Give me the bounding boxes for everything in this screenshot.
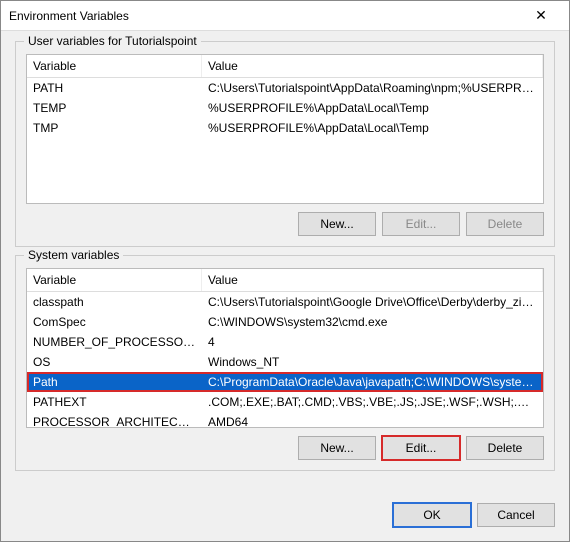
system-row-value: 4 — [202, 332, 543, 352]
close-button[interactable]: ✕ — [521, 2, 561, 30]
system-row[interactable]: PathC:\ProgramData\Oracle\Java\javapath;… — [27, 372, 543, 392]
system-row-value: C:\Users\Tutorialspoint\Google Drive\Off… — [202, 292, 543, 312]
system-row-value: Windows_NT — [202, 352, 543, 372]
system-row[interactable]: PROCESSOR_ARCHITECTUREAMD64 — [27, 412, 543, 428]
system-variables-list[interactable]: Variable Value classpathC:\Users\Tutoria… — [26, 268, 544, 428]
system-group-title: System variables — [24, 248, 123, 262]
user-variables-group: User variables for Tutorialspoint Variab… — [15, 41, 555, 247]
user-variables-list[interactable]: Variable Value PATHC:\Users\Tutorialspoi… — [26, 54, 544, 204]
system-row-value: C:\ProgramData\Oracle\Java\javapath;C:\W… — [202, 372, 543, 392]
user-header-value[interactable]: Value — [202, 55, 543, 77]
user-button-row: New... Edit... Delete — [26, 212, 544, 236]
user-edit-button[interactable]: Edit... — [382, 212, 460, 236]
system-variables-group: System variables Variable Value classpat… — [15, 255, 555, 471]
system-row[interactable]: PATHEXT.COM;.EXE;.BAT;.CMD;.VBS;.VBE;.JS… — [27, 392, 543, 412]
cancel-button[interactable]: Cancel — [477, 503, 555, 527]
system-row[interactable]: classpathC:\Users\Tutorialspoint\Google … — [27, 292, 543, 312]
user-delete-button[interactable]: Delete — [466, 212, 544, 236]
user-row-variable: TEMP — [27, 98, 202, 118]
system-list-header: Variable Value — [27, 269, 543, 292]
user-row-variable: TMP — [27, 118, 202, 138]
user-header-variable[interactable]: Variable — [27, 55, 202, 77]
system-row-value: C:\WINDOWS\system32\cmd.exe — [202, 312, 543, 332]
system-row[interactable]: OSWindows_NT — [27, 352, 543, 372]
system-row-variable: OS — [27, 352, 202, 372]
user-row-value: %USERPROFILE%\AppData\Local\Temp — [202, 118, 543, 138]
titlebar: Environment Variables ✕ — [1, 1, 569, 31]
system-row-variable: PROCESSOR_ARCHITECTURE — [27, 412, 202, 428]
system-row[interactable]: NUMBER_OF_PROCESSORS4 — [27, 332, 543, 352]
user-row-value: C:\Users\Tutorialspoint\AppData\Roaming\… — [202, 78, 543, 98]
system-edit-button[interactable]: Edit... — [382, 436, 460, 460]
window-title: Environment Variables — [9, 9, 521, 23]
system-row-variable: NUMBER_OF_PROCESSORS — [27, 332, 202, 352]
user-row-value: %USERPROFILE%\AppData\Local\Temp — [202, 98, 543, 118]
content-area: User variables for Tutorialspoint Variab… — [1, 31, 569, 493]
system-row-variable: Path — [27, 372, 202, 392]
user-row[interactable]: PATHC:\Users\Tutorialspoint\AppData\Roam… — [27, 78, 543, 98]
dialog-footer: OK Cancel — [1, 493, 569, 541]
system-row-value: .COM;.EXE;.BAT;.CMD;.VBS;.VBE;.JS;.JSE;.… — [202, 392, 543, 412]
env-vars-window: Environment Variables ✕ User variables f… — [0, 0, 570, 542]
system-delete-button[interactable]: Delete — [466, 436, 544, 460]
user-row[interactable]: TEMP%USERPROFILE%\AppData\Local\Temp — [27, 98, 543, 118]
user-group-title: User variables for Tutorialspoint — [24, 34, 201, 48]
system-header-value[interactable]: Value — [202, 269, 543, 291]
user-new-button[interactable]: New... — [298, 212, 376, 236]
user-row[interactable]: TMP%USERPROFILE%\AppData\Local\Temp — [27, 118, 543, 138]
close-icon: ✕ — [535, 7, 547, 24]
user-list-header: Variable Value — [27, 55, 543, 78]
ok-button[interactable]: OK — [393, 503, 471, 527]
system-button-row: New... Edit... Delete — [26, 436, 544, 460]
system-row-variable: classpath — [27, 292, 202, 312]
user-row-variable: PATH — [27, 78, 202, 98]
system-row-value: AMD64 — [202, 412, 543, 428]
system-header-variable[interactable]: Variable — [27, 269, 202, 291]
system-row-variable: ComSpec — [27, 312, 202, 332]
system-row[interactable]: ComSpecC:\WINDOWS\system32\cmd.exe — [27, 312, 543, 332]
system-row-variable: PATHEXT — [27, 392, 202, 412]
system-new-button[interactable]: New... — [298, 436, 376, 460]
